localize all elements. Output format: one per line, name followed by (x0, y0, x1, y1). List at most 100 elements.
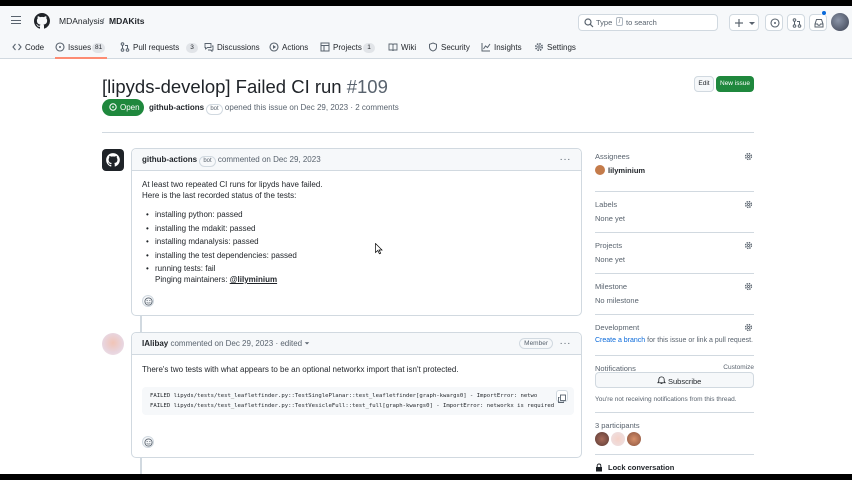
code-icon (12, 43, 22, 51)
sidebar-divider (595, 412, 754, 413)
comment-timestamp[interactable]: commented on Dec 29, 2023 (218, 155, 321, 164)
issue-meta: github-actions bot opened this issue on … (149, 103, 399, 115)
comment-author[interactable]: github-actions (142, 155, 197, 164)
chevron-down-icon (305, 342, 310, 345)
breadcrumb-separator: / (102, 16, 105, 26)
menu-icon[interactable] (11, 16, 21, 24)
notification-indicator (821, 10, 827, 16)
issue-state-badge: Open (102, 99, 144, 116)
inbox-icon (814, 19, 824, 28)
pull-request-icon (120, 42, 130, 52)
sidebar-divider (595, 454, 754, 455)
comment-text: There's two tests with what appears to b… (142, 365, 459, 374)
mention-link[interactable]: @lilyminium (230, 275, 277, 284)
issue-icon (770, 18, 780, 28)
sidebar-divider (595, 191, 754, 192)
edited-dropdown[interactable]: · edited (275, 339, 302, 348)
create-new-button[interactable] (729, 14, 759, 31)
projects-count: 1 (363, 42, 375, 53)
breadcrumb-repo[interactable]: MDAKits (109, 16, 144, 26)
book-icon (388, 43, 398, 52)
issue-comment: IAlibay commented on Dec 29, 2023 · edit… (131, 332, 582, 458)
list-item: installing python: passed (146, 208, 297, 222)
code-line: FAILED lipyds/tests/test_leafletfinder.p… (150, 403, 555, 409)
issue-opened-text: opened this issue on Dec 29, 2023 · 2 co… (224, 103, 399, 112)
issue-open-icon (109, 103, 117, 111)
copy-button[interactable] (556, 390, 568, 403)
create-branch-link[interactable]: Create a branch (595, 337, 645, 344)
title-divider (102, 132, 754, 133)
gear-icon[interactable] (744, 282, 753, 291)
timeline-connector (140, 458, 142, 474)
tab-issues[interactable]: Issues 81 (55, 41, 107, 59)
issue-comment: github-actions bot commented on Dec 29, … (131, 148, 582, 316)
sidebar-divider (595, 273, 754, 274)
table-icon (320, 42, 330, 52)
comment-line-1: At least two repeated CI runs for lipyds… (142, 180, 323, 189)
subscribe-button[interactable]: Subscribe (595, 372, 754, 388)
add-reaction-button[interactable] (142, 295, 154, 307)
lock-icon (596, 463, 602, 472)
add-reaction-button[interactable] (142, 436, 154, 448)
pull-requests-shortcut-button[interactable] (787, 14, 805, 31)
comment-line-2: Here is the last recorded status of the … (142, 191, 297, 200)
participant-avatar[interactable] (595, 432, 609, 446)
github-actions-avatar[interactable] (102, 149, 124, 171)
search-shortcut-key: / (616, 17, 623, 26)
participant-avatar[interactable] (627, 432, 641, 446)
issues-count: 81 (92, 42, 106, 53)
gear-icon[interactable] (744, 200, 753, 209)
assignee-name[interactable]: lilyminium (608, 166, 645, 175)
comment-timestamp[interactable]: commented on Dec 29, 2023 (170, 339, 273, 348)
sidebar-heading: Assignees (595, 152, 630, 161)
breadcrumb-org[interactable]: MDAnalysis (59, 16, 104, 26)
issue-author[interactable]: github-actions (149, 103, 204, 112)
issue-title: [lipyds-develop] Failed CI run #109 (102, 76, 388, 98)
comment-author[interactable]: IAlibay (142, 339, 168, 348)
search-placeholder-suffix: to search (626, 18, 657, 27)
comment-options-icon[interactable]: ··· (560, 338, 572, 349)
customize-link[interactable]: Customize (723, 364, 754, 371)
issue-icon (55, 42, 65, 52)
new-issue-button[interactable]: New issue (716, 76, 754, 92)
status-list: installing python: passed installing the… (146, 208, 297, 276)
code-block: FAILED lipyds/tests/test_leafletfinder.p… (142, 387, 574, 415)
pull-requests-count: 3 (186, 42, 198, 53)
list-item: installing the mdakit: passed (146, 222, 297, 236)
repo-nav: Code Issues 81 Pull requests 3 Discussio… (0, 37, 852, 59)
comment-header: github-actions bot commented on Dec 29, … (132, 149, 581, 171)
chevron-down-icon (749, 22, 755, 25)
ping-line: Pinging maintainers: @lilyminium (155, 275, 278, 284)
sidebar-divider (595, 355, 754, 356)
edit-title-button[interactable]: Edit (694, 76, 714, 92)
bot-badge: bot (199, 156, 216, 167)
bot-badge: bot (206, 104, 223, 115)
issue-title-text: [lipyds-develop] Failed CI run (102, 76, 342, 97)
gear-icon[interactable] (744, 241, 753, 250)
participant-avatar[interactable] (611, 432, 625, 446)
pull-request-icon (792, 18, 802, 28)
smiley-icon (144, 438, 153, 447)
gear-icon[interactable] (744, 152, 753, 161)
issues-shortcut-button[interactable] (765, 14, 783, 31)
plus-icon (735, 19, 743, 27)
smiley-icon (144, 297, 153, 306)
code-line: FAILED lipyds/tests/test_leafletfinder.p… (150, 393, 538, 399)
avatar (595, 165, 605, 175)
bell-icon (657, 376, 666, 385)
user-avatar[interactable] (831, 13, 849, 31)
comment-options-icon[interactable]: ··· (560, 154, 572, 165)
github-logo-icon (106, 153, 120, 167)
inbox-button[interactable] (809, 14, 827, 31)
search-placeholder-prefix: Type (596, 18, 613, 27)
mouse-cursor-icon (375, 243, 383, 255)
github-logo-icon[interactable] (34, 13, 50, 29)
gear-icon (534, 42, 544, 52)
list-item: installing mdanalysis: passed (146, 235, 297, 249)
sidebar-divider (595, 232, 754, 233)
search-input[interactable]: Type / to search (578, 14, 718, 31)
sidebar-divider (595, 314, 754, 315)
ialibay-avatar[interactable] (102, 333, 124, 355)
browser-viewport: MDAnalysis / MDAKits Type / to search Co… (0, 6, 852, 474)
gear-icon[interactable] (744, 323, 753, 332)
